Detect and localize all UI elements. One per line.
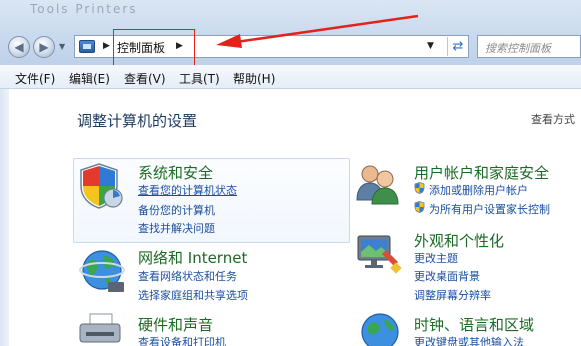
users-icon[interactable] [355,162,401,206]
address-dropdown-icon[interactable]: ▼ [427,41,434,51]
link-add-remove-accounts[interactable]: 添加或删除用户帐户 [429,182,528,198]
back-button[interactable]: ◀ [8,36,30,58]
uac-shield-icon [414,201,425,213]
menu-bar: 文件(F) 编辑(E) 查看(V) 工具(T) 帮助(H) [0,65,581,89]
window-title: Tools Printers [30,2,138,16]
link-backup-computer[interactable]: 备份您的计算机 [138,202,215,218]
network-globe-icon[interactable] [78,248,126,294]
category-title-appearance[interactable]: 外观和个性化 [414,230,504,251]
menu-edit[interactable]: 编辑(E) [69,70,110,87]
search-input[interactable]: 搜索控制面板 [485,40,551,56]
view-by-label: 查看方式 [531,113,575,126]
category-title-system-security[interactable]: 系统和安全 [138,162,213,183]
control-panel-icon [79,40,95,53]
annotation-highlight-box [113,29,195,67]
category-title-user-accounts[interactable]: 用户帐户和家庭安全 [414,162,549,183]
refresh-button[interactable]: ⇄ [447,37,468,56]
breadcrumb-chevron-icon[interactable]: ▶ [103,41,110,51]
link-screen-resolution[interactable]: 调整屏幕分辨率 [414,287,491,303]
recent-pages-dropdown[interactable]: ▼ [59,42,65,51]
menu-tools[interactable]: 工具(T) [179,70,220,87]
link-devices-printers[interactable]: 查看设备和打印机 [138,334,226,346]
category-title-network[interactable]: 网络和 Internet [138,247,247,268]
shield-icon[interactable] [79,162,125,210]
link-network-status[interactable]: 查看网络状态和任务 [138,268,237,284]
back-arrow-icon: ◀ [14,40,24,54]
category-title-hardware[interactable]: 硬件和声音 [138,314,213,335]
link-troubleshoot[interactable]: 查找并解决问题 [138,220,215,236]
clock-globe-icon[interactable] [360,312,402,346]
page-title: 调整计算机的设置 [77,112,198,130]
menu-help[interactable]: 帮助(H) [233,70,275,87]
navigation-pane-edge [0,89,9,346]
printer-icon[interactable] [78,312,126,346]
link-change-desktop-background[interactable]: 更改桌面背景 [414,268,480,284]
display-paint-icon[interactable] [356,232,402,276]
annotation-arrow-icon [216,14,419,48]
link-view-computer-status[interactable]: 查看您的计算机状态 [138,182,237,198]
link-change-theme[interactable]: 更改主题 [414,250,458,266]
link-change-keyboard[interactable]: 更改键盘或其他输入法 [414,334,524,346]
search-box[interactable]: 搜索控制面板 [477,35,581,58]
forward-button[interactable]: ▶ [33,36,55,58]
menu-view[interactable]: 查看(V) [124,70,166,87]
refresh-icon: ⇄ [452,39,464,54]
category-title-clock-language-region[interactable]: 时钟、语言和区域 [414,314,534,335]
uac-shield-icon [414,182,425,194]
link-parental-controls[interactable]: 为所有用户设置家长控制 [429,201,550,217]
forward-arrow-icon: ▶ [39,40,49,54]
link-homegroup-sharing[interactable]: 选择家庭组和共享选项 [138,287,248,303]
menu-file[interactable]: 文件(F) [15,70,55,87]
